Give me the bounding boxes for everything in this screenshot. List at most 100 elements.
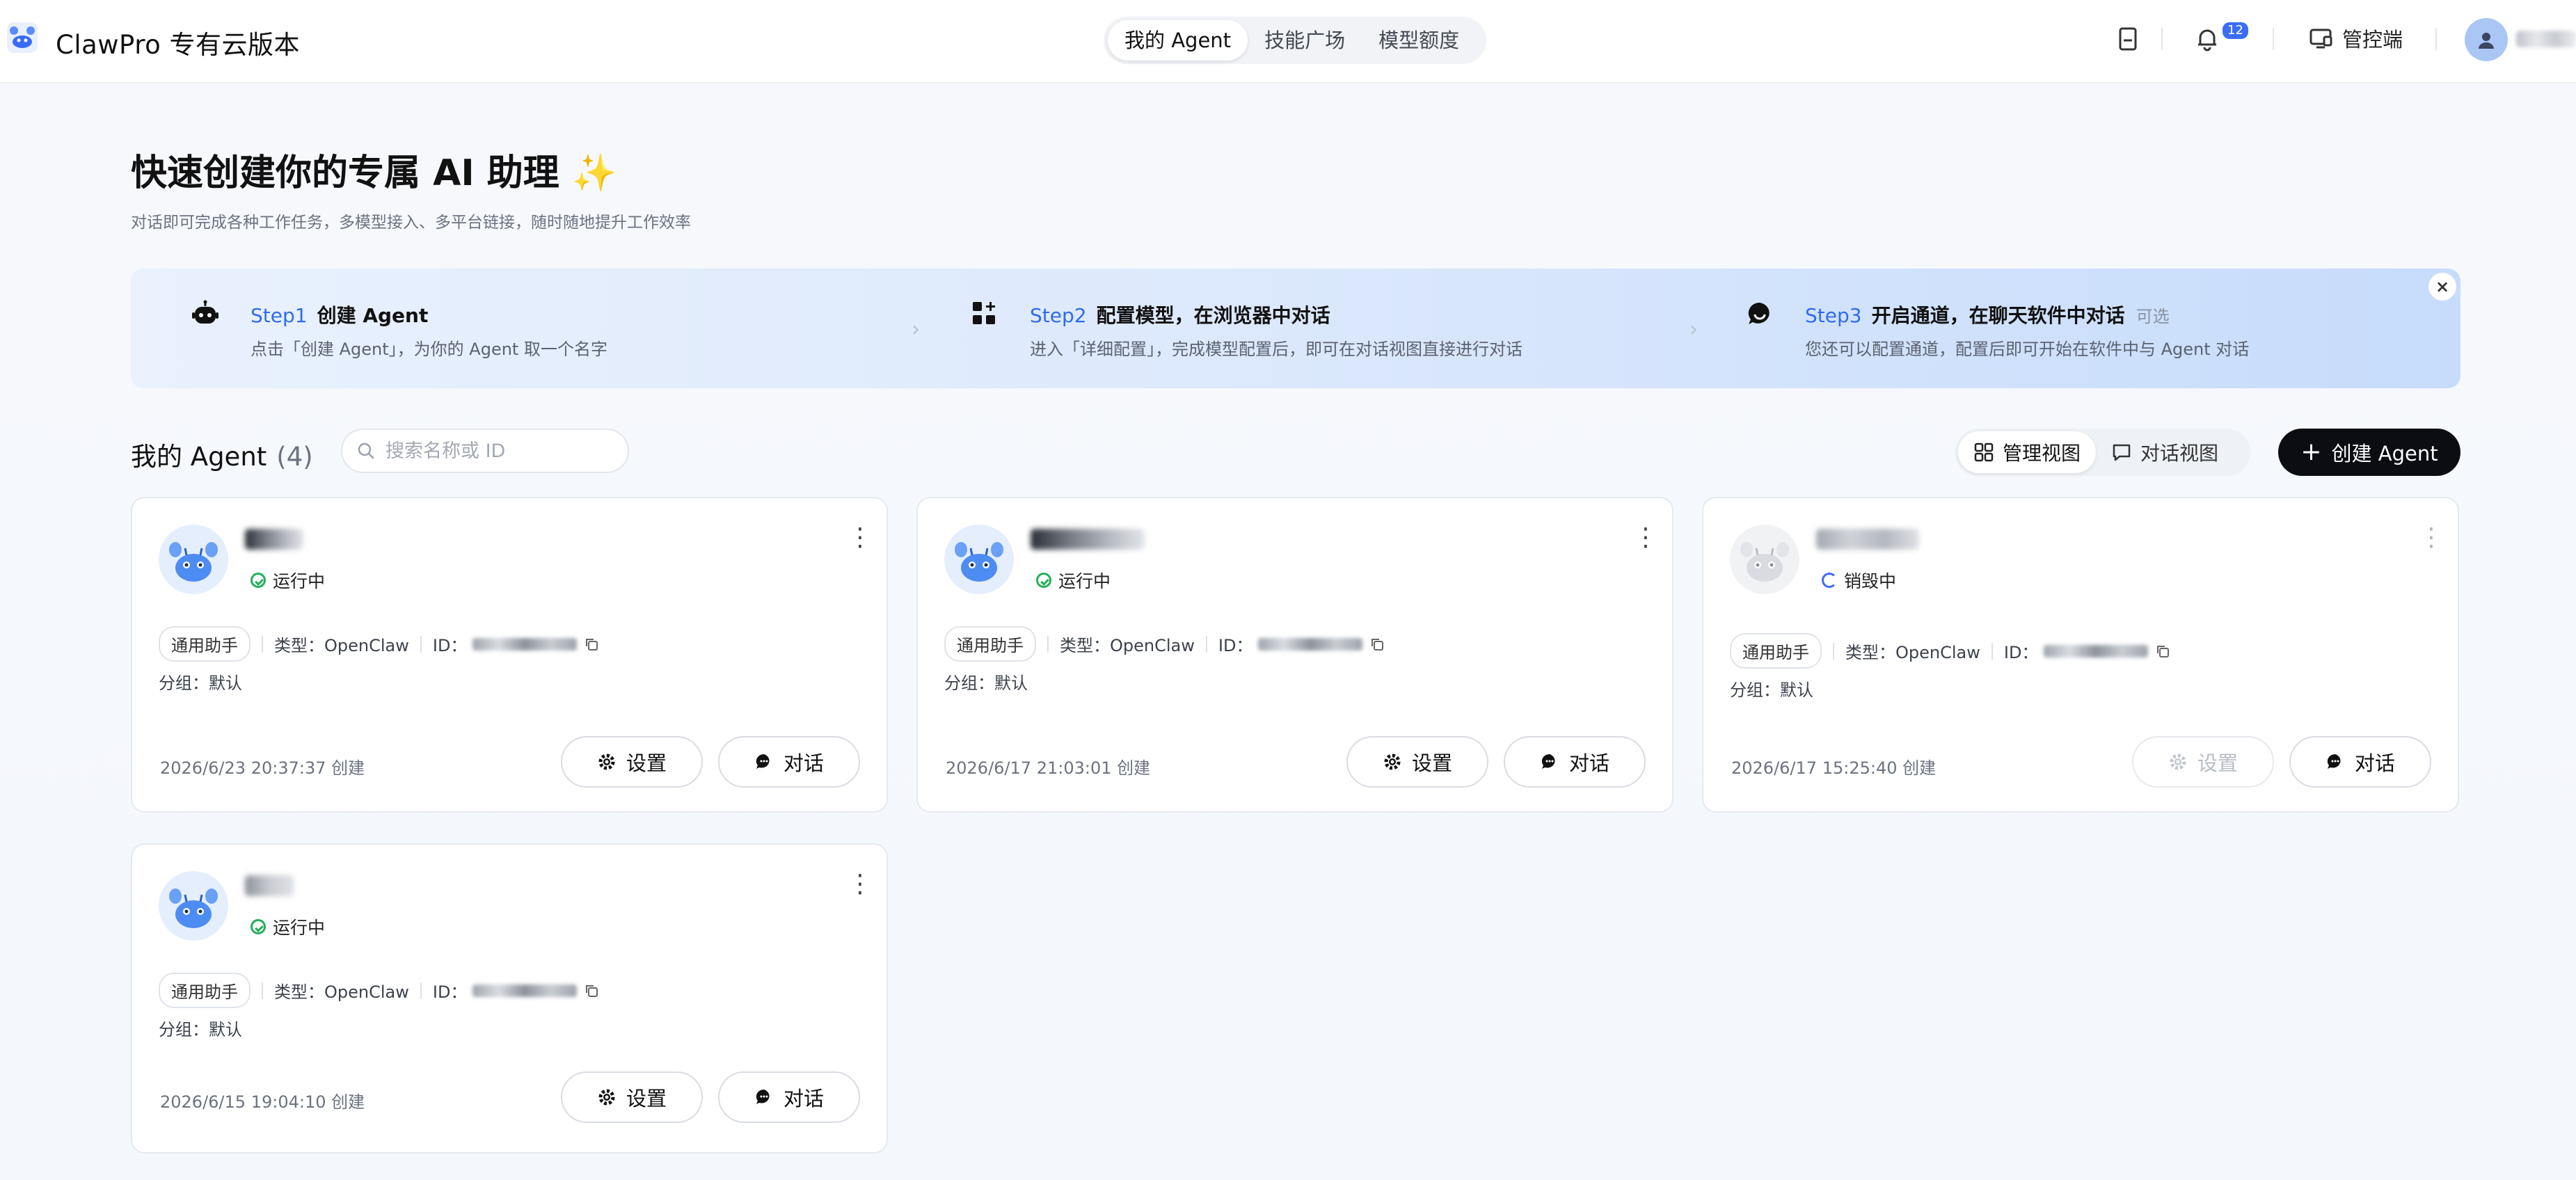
agent-id-label: ID：	[432, 636, 468, 655]
step-3-number: Step3	[1805, 304, 1862, 327]
clawpro-logo-icon[interactable]	[4, 19, 40, 56]
status-label: 运行中	[273, 918, 326, 938]
main-nav-tabs: 我的 Agent 技能广场 模型额度	[1104, 17, 1486, 64]
tab-skill-plaza[interactable]: 技能广场	[1248, 20, 1362, 61]
divider	[1991, 642, 1993, 660]
settings-button[interactable]: 设置	[561, 1071, 703, 1123]
agent-id-label: ID：	[1218, 636, 1253, 655]
copy-icon[interactable]	[584, 983, 599, 998]
gear-icon	[2170, 754, 2186, 770]
settings-label: 设置	[626, 751, 667, 775]
create-agent-button[interactable]: + 创建 Agent	[2278, 429, 2460, 476]
chat-button[interactable]: 对话	[1504, 736, 1646, 788]
chat-button[interactable]: 对话	[718, 736, 860, 788]
plus-icon: +	[2300, 438, 2322, 466]
chat-bubble-icon	[1541, 754, 1555, 769]
search-box[interactable]	[341, 429, 629, 473]
agent-meta: 通用助手 类型：OpenClaw ID：	[944, 626, 1385, 662]
more-vertical-icon[interactable]: ⋮	[848, 525, 873, 550]
status-label: 销毁中	[1844, 571, 1897, 591]
close-icon[interactable]: ×	[2428, 273, 2456, 301]
step-3-heading: Step3 开启通道，在聊天软件中对话 可选	[1805, 301, 2170, 328]
more-vertical-icon[interactable]: ⋮	[2419, 525, 2444, 550]
step-1-description: 点击「创建 Agent」，为你的 Agent 取一个名字	[251, 340, 607, 359]
chat-bubble-icon	[756, 754, 770, 769]
more-vertical-icon[interactable]: ⋮	[848, 872, 873, 897]
sparkle-icon: ✨	[571, 152, 617, 194]
chevron-right-icon: ›	[1689, 317, 1698, 342]
doc-icon[interactable]	[2114, 25, 2142, 53]
agent-card[interactable]: 销毁中 ⋮ 通用助手 类型：OpenClaw ID： 分组：默认 2026/6/…	[1702, 497, 2459, 813]
status-label: 运行中	[273, 571, 326, 591]
crab-avatar	[159, 871, 228, 941]
step-1-title: 创建 Agent	[317, 304, 429, 327]
step-2-description: 进入「详细配置」，完成模型配置后，即可在对话视图直接进行对话	[1030, 340, 1522, 359]
agent-group: 分组：默认	[1730, 680, 1813, 700]
chat-label: 对话	[2354, 751, 2395, 775]
console-link[interactable]: 管控端	[2309, 24, 2403, 53]
agent-name-redacted	[1031, 529, 1145, 550]
tab-model-quota[interactable]: 模型额度	[1362, 20, 1476, 61]
copy-icon[interactable]	[2155, 644, 2170, 659]
agent-name-redacted	[245, 529, 303, 550]
chat-button[interactable]: 对话	[718, 1071, 860, 1123]
step-3-title: 开启通道，在聊天软件中对话	[1871, 304, 2125, 327]
agent-tag: 通用助手	[1730, 633, 1822, 669]
hero-title-text: 快速创建你的专属 AI 助理	[131, 152, 559, 194]
settings-label: 设置	[2197, 751, 2238, 775]
divider	[420, 635, 422, 653]
check-circle-icon	[1036, 573, 1051, 588]
chat-view-button[interactable]: 对话视图	[2096, 431, 2234, 473]
agent-card[interactable]: 运行中 ⋮ 通用助手 类型：OpenClaw ID： 分组：默认 2026/6/…	[131, 497, 888, 813]
agent-tag: 通用助手	[159, 973, 251, 1008]
view-toggle: 管理视图 对话视图	[1955, 429, 2250, 476]
agent-type: 类型：OpenClaw	[274, 982, 409, 1002]
search-input[interactable]	[385, 440, 615, 462]
settings-button[interactable]: 设置	[1346, 736, 1488, 788]
console-label: 管控端	[2342, 28, 2403, 51]
robot-icon	[192, 300, 218, 324]
status-badge: 运行中	[1036, 568, 1111, 593]
agent-id-redacted	[472, 637, 578, 651]
step-3-optional-label: 可选	[2136, 307, 2170, 326]
agent-card[interactable]: 运行中 ⋮ 通用助手 类型：OpenClaw ID： 分组：默认 2026/6/…	[131, 843, 888, 1154]
settings-button[interactable]: 设置	[2132, 736, 2274, 788]
chat-button[interactable]: 对话	[2289, 736, 2431, 788]
chat-bubble-icon	[2327, 754, 2341, 769]
loading-spinner-icon	[1822, 573, 1837, 588]
divider	[2273, 28, 2274, 50]
agent-meta: 通用助手 类型：OpenClaw ID：	[1730, 633, 2170, 669]
divider	[2161, 28, 2163, 50]
settings-button[interactable]: 设置	[561, 736, 703, 788]
crab-avatar-inactive	[1730, 525, 1799, 594]
create-agent-label: 创建 Agent	[2331, 442, 2438, 465]
gear-icon	[1384, 754, 1401, 770]
user-avatar[interactable]	[2465, 18, 2508, 61]
tab-my-agent[interactable]: 我的 Agent	[1108, 20, 1248, 61]
bell-icon[interactable]	[2193, 25, 2221, 53]
app-title: ClawPro 专有云版本	[56, 30, 301, 60]
agent-id-label: ID：	[2003, 643, 2039, 662]
top-bar: ClawPro 专有云版本 我的 Agent 技能广场 模型额度 12 管控端	[0, 0, 2576, 83]
agent-tag: 通用助手	[944, 626, 1036, 662]
manage-view-button[interactable]: 管理视图	[1958, 431, 2097, 473]
created-time: 2026/6/17 15:25:40 创建	[1731, 758, 1937, 778]
copy-icon[interactable]	[1369, 637, 1385, 652]
divider	[1205, 635, 1207, 653]
agent-card[interactable]: 运行中 ⋮ 通用助手 类型：OpenClaw ID： 分组：默认 2026/6/…	[916, 497, 1673, 813]
more-vertical-icon[interactable]: ⋮	[1633, 525, 1658, 550]
user-name-redacted[interactable]	[2516, 31, 2576, 47]
chat-label: 对话	[1568, 751, 1609, 775]
chat-label: 对话	[783, 1087, 824, 1110]
step-2-heading: Step2 配置模型，在浏览器中对话	[1030, 301, 1330, 328]
copy-icon[interactable]	[584, 637, 599, 652]
status-badge: 运行中	[251, 914, 325, 939]
manage-view-label: 管理视图	[2003, 442, 2081, 465]
search-icon	[358, 442, 374, 459]
step-1-number: Step1	[251, 304, 308, 327]
crab-avatar	[159, 525, 228, 594]
agent-group: 分组：默认	[944, 673, 1028, 693]
check-circle-icon	[251, 573, 266, 588]
message-square-icon	[2113, 444, 2131, 461]
hero-subtitle: 对话即可完成各种工作任务，多模型接入、多平台链接，随时随地提升工作效率	[131, 214, 691, 232]
